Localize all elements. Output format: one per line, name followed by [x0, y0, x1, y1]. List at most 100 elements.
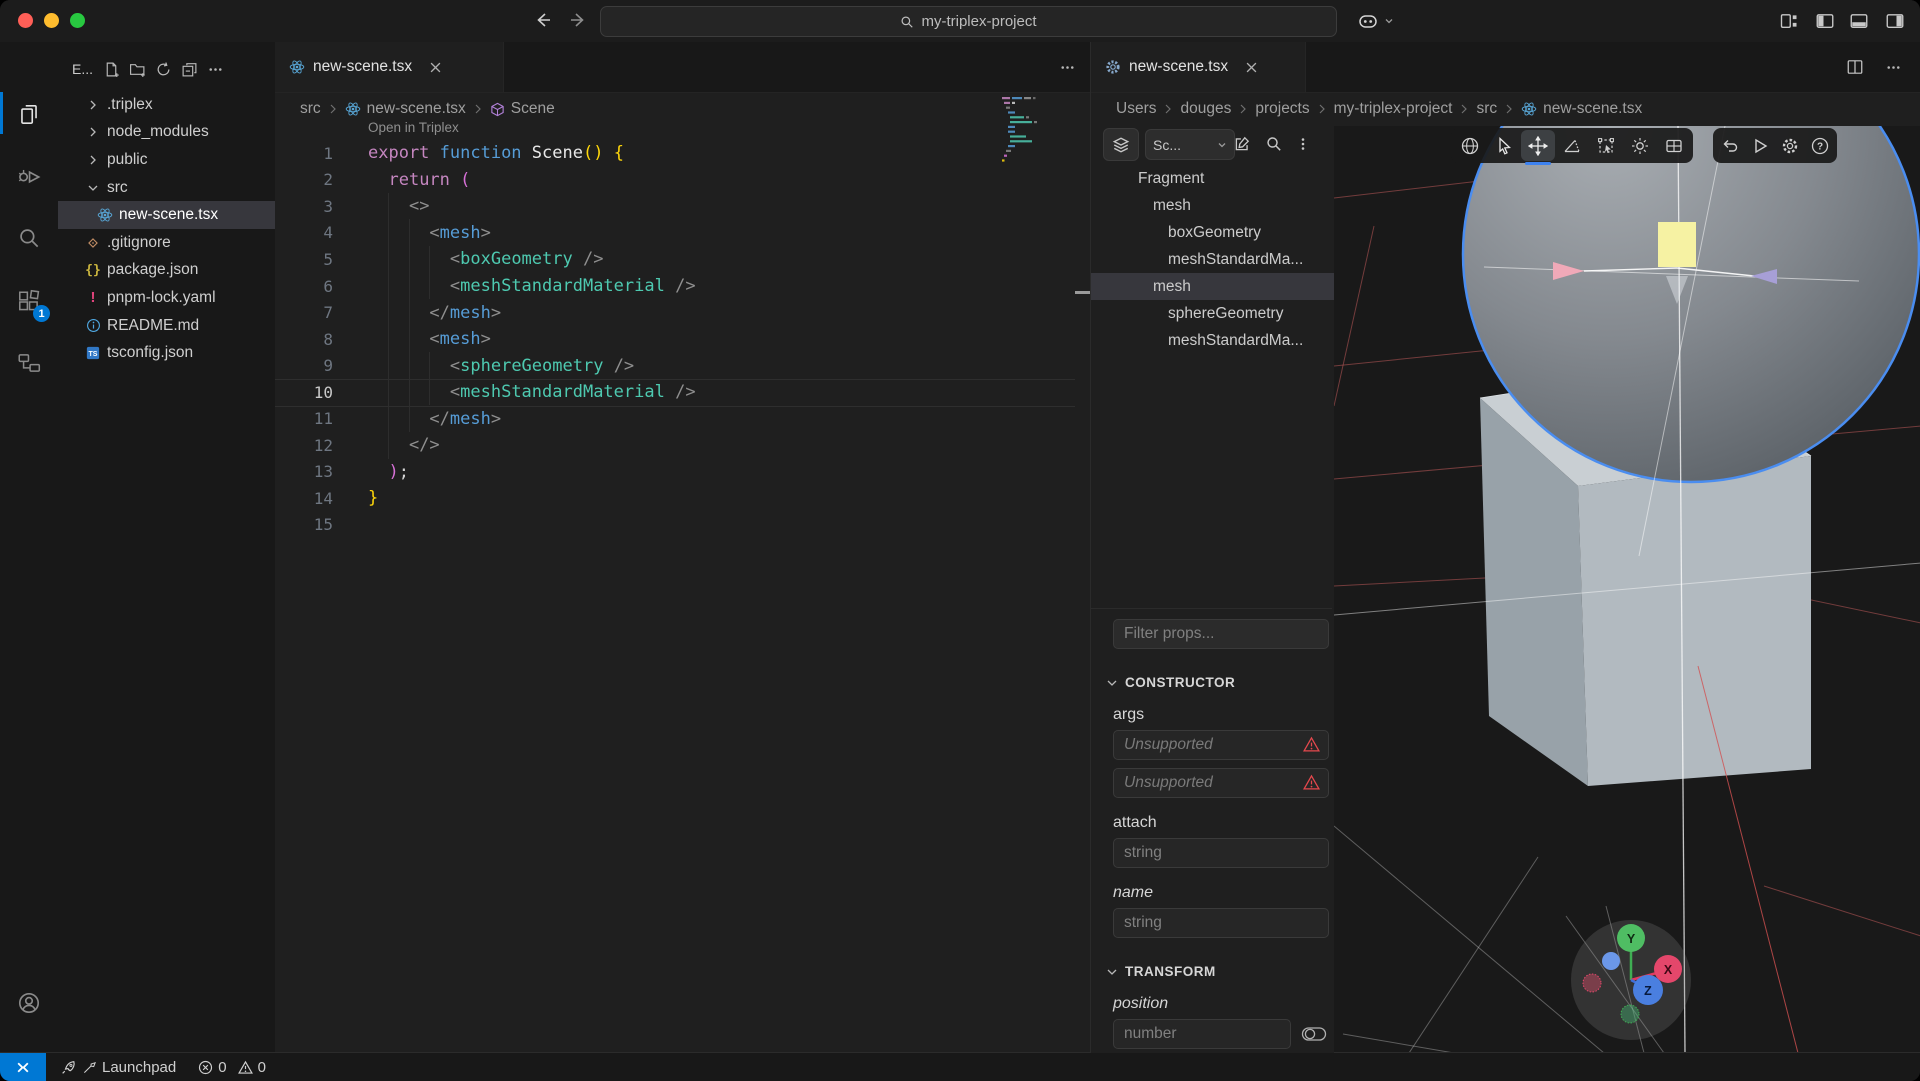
breadcrumb-item[interactable]: my-triplex-project [1334, 100, 1453, 118]
marquee-tool-icon[interactable] [1589, 130, 1623, 161]
code-line-14[interactable]: 14} [275, 485, 1090, 512]
split-editor-icon[interactable] [1843, 56, 1867, 78]
play-icon[interactable] [1745, 130, 1775, 161]
new-file-icon[interactable] [98, 57, 124, 81]
settings-gear-icon[interactable] [1775, 130, 1805, 161]
breadcrumb-item[interactable]: Scene [511, 100, 555, 118]
forward-icon[interactable] [568, 10, 588, 30]
axis-x-label[interactable]: X [1664, 963, 1673, 977]
tree-item-package.json[interactable]: {}package.json [58, 257, 275, 285]
filter-props-input[interactable] [1113, 619, 1329, 649]
more-actions-icon[interactable] [202, 57, 228, 81]
scene-tree-item-mesh[interactable]: mesh [1091, 273, 1334, 300]
code-line-1[interactable]: 1export function Scene() { [275, 140, 1090, 167]
tree-item-new-scene.tsx[interactable]: new-scene.tsx [58, 201, 275, 229]
tree-item-pnpm-lock.yaml[interactable]: !pnpm-lock.yaml [58, 284, 275, 312]
tab-new-scene[interactable]: new-scene.tsx [275, 42, 504, 92]
attach-input[interactable] [1113, 838, 1329, 868]
code-line-2[interactable]: 2 return ( [275, 167, 1090, 194]
section-header-constructor[interactable]: CONSTRUCTOR [1105, 675, 1329, 690]
axis-z-label[interactable]: Z [1644, 984, 1652, 998]
scene-tree-item-Fragment[interactable]: Fragment [1091, 165, 1334, 192]
breadcrumb-item[interactable]: projects [1255, 100, 1309, 118]
problems-status-item[interactable]: 0 0 [198, 1059, 266, 1076]
zoom-window-button[interactable] [70, 13, 85, 28]
code-line-7[interactable]: 7 </mesh> [275, 299, 1090, 326]
help-icon[interactable]: ? [1805, 130, 1835, 161]
code-line-13[interactable]: 13 ); [275, 459, 1090, 486]
axis-y-label[interactable]: Y [1627, 932, 1636, 946]
collapse-all-icon[interactable] [176, 57, 202, 81]
open-in-editor-icon[interactable] [1227, 129, 1257, 158]
code-line-6[interactable]: 6 <meshStandardMaterial /> [275, 273, 1090, 300]
sidebar-item-references[interactable] [0, 339, 58, 387]
code-line-3[interactable]: 3 <> [275, 193, 1090, 220]
sidebar-item-explorer[interactable] [0, 91, 58, 139]
more-actions-icon[interactable] [1055, 56, 1079, 78]
minimap[interactable] [998, 95, 1048, 169]
toggle-secondary-sidebar-icon[interactable] [1884, 10, 1906, 32]
switch-icon[interactable] [1301, 1026, 1327, 1042]
new-folder-icon[interactable] [124, 57, 150, 81]
tab-triplex-new-scene[interactable]: new-scene.tsx [1091, 42, 1306, 92]
scene-viewport[interactable]: Y X Z [1334, 126, 1920, 1053]
breadcrumb-item[interactable]: Users [1116, 100, 1156, 118]
select-tool-icon[interactable] [1487, 130, 1521, 161]
tree-item-.gitignore[interactable]: .gitignore [58, 229, 275, 257]
section-header-transform[interactable]: TRANSFORM [1105, 964, 1329, 979]
minimize-window-button[interactable] [44, 13, 59, 28]
remote-indicator[interactable] [0, 1053, 46, 1081]
sidebar-item-extensions[interactable]: 1 [0, 278, 58, 326]
scene-select[interactable]: Sc... [1145, 129, 1235, 160]
tree-item-src[interactable]: src [58, 174, 275, 202]
code-line-5[interactable]: 5 <boxGeometry /> [275, 246, 1090, 273]
customize-layout-icon[interactable] [1778, 10, 1800, 32]
close-icon[interactable] [430, 62, 441, 73]
code-line-11[interactable]: 11 </mesh> [275, 405, 1090, 432]
scene-tree-item-sphereGeometry[interactable]: sphereGeometry [1091, 300, 1334, 327]
light-icon[interactable] [1623, 130, 1657, 161]
undo-icon[interactable] [1715, 130, 1745, 161]
sidebar-item-search[interactable] [0, 214, 58, 262]
name-input[interactable] [1113, 908, 1329, 938]
tree-item-public[interactable]: public [58, 146, 275, 174]
angle-tool-icon[interactable] [1555, 130, 1589, 161]
refresh-icon[interactable] [150, 57, 176, 81]
close-icon[interactable] [1246, 62, 1257, 73]
kebab-menu-icon[interactable] [1291, 129, 1315, 158]
code-line-15[interactable]: 15 [275, 512, 1090, 539]
scene-tree-item-mesh[interactable]: mesh [1091, 192, 1334, 219]
scene-tree-item-meshStandardMa[interactable]: meshStandardMa... [1091, 327, 1334, 354]
globe-icon[interactable] [1453, 130, 1487, 161]
tree-item-tsconfig.json[interactable]: TStsconfig.json [58, 339, 275, 367]
breadcrumb-item[interactable]: src [300, 100, 321, 118]
breadcrumb-item[interactable]: new-scene.tsx [1543, 100, 1642, 118]
breadcrumb-item[interactable]: new-scene.tsx [367, 100, 466, 118]
layers-icon[interactable] [1103, 128, 1139, 161]
tree-item-node_modules[interactable]: node_modules [58, 119, 275, 147]
command-center-search[interactable]: my-triplex-project [600, 6, 1337, 37]
scene-tree-item-boxGeometry[interactable]: boxGeometry [1091, 219, 1334, 246]
codelens-open-in-triplex[interactable]: Open in Triplex [368, 120, 459, 135]
toggle-primary-sidebar-icon[interactable] [1814, 10, 1836, 32]
breadcrumb-item[interactable]: douges [1180, 100, 1231, 118]
close-window-button[interactable] [18, 13, 33, 28]
sidebar-item-run-debug[interactable] [0, 153, 58, 201]
code-line-9[interactable]: 9 <sphereGeometry /> [275, 352, 1090, 379]
breadcrumb-item[interactable]: src [1476, 100, 1497, 118]
position-input[interactable] [1113, 1019, 1291, 1049]
tree-item-README.md[interactable]: README.md [58, 312, 275, 340]
accounts-button[interactable] [0, 979, 58, 1027]
args-input[interactable] [1113, 768, 1329, 798]
code-line-8[interactable]: 8 <mesh> [275, 326, 1090, 353]
code-area[interactable]: 1export function Scene() {2 return (3 <>… [275, 140, 1090, 538]
code-line-4[interactable]: 4 <mesh> [275, 220, 1090, 247]
tree-item-.triplex[interactable]: .triplex [58, 91, 275, 119]
code-line-10[interactable]: 10 <meshStandardMaterial /> [275, 379, 1090, 406]
back-icon[interactable] [533, 10, 553, 30]
scene-tree-item-meshStandardMa[interactable]: meshStandardMa... [1091, 246, 1334, 273]
translate-tool-icon[interactable] [1521, 130, 1555, 161]
args-input[interactable] [1113, 730, 1329, 760]
code-line-12[interactable]: 12 </> [275, 432, 1090, 459]
grid-icon[interactable] [1657, 130, 1691, 161]
